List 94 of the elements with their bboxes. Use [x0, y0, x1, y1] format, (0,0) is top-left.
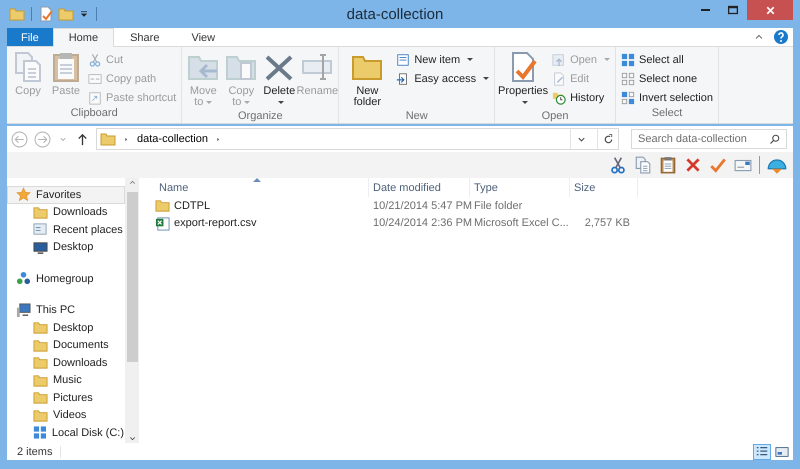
copy-path-icon	[88, 72, 102, 86]
folder-icon	[33, 355, 48, 370]
computer-icon	[16, 302, 31, 318]
close-button[interactable]	[747, 0, 793, 20]
breadcrumb-link[interactable]: data-collection	[137, 133, 208, 145]
group-label: Organize	[237, 110, 284, 123]
group-label: Select	[650, 107, 684, 121]
ribbon-tab[interactable]: Share	[114, 28, 176, 46]
folder-icon	[155, 198, 170, 214]
type-cell-text: File folder	[473, 200, 524, 212]
folder-icon	[33, 408, 48, 423]
ribbon-tab[interactable]: Home	[52, 28, 114, 47]
properties-icon[interactable]	[38, 6, 54, 22]
copy-icon[interactable]	[634, 156, 652, 174]
folder-icon	[33, 338, 48, 353]
column-header[interactable]: Type	[470, 178, 570, 197]
new-item-icon	[396, 52, 410, 66]
ribbon-button[interactable]: New folder	[342, 49, 392, 110]
group-label: New	[404, 110, 429, 123]
ribbon-button[interactable]: Select all	[619, 51, 715, 68]
checkmark-icon[interactable]	[709, 156, 727, 174]
group-label: Open	[540, 110, 570, 123]
size-cell-text: 2,757 KB	[584, 217, 631, 230]
copy-icon	[12, 51, 44, 83]
nav-item[interactable]: Favorites	[7, 186, 125, 204]
nav-item[interactable]: Videos	[7, 406, 125, 424]
scrollbar[interactable]	[125, 178, 139, 443]
folder-icon	[9, 6, 25, 22]
history-icon	[552, 90, 566, 104]
open-icon	[552, 52, 566, 66]
folder-icon	[100, 131, 116, 147]
select-all-icon	[621, 52, 635, 66]
recent-places-icon	[33, 222, 48, 238]
homegroup-icon	[16, 271, 31, 286]
search-field[interactable]: Search data-collection	[631, 129, 787, 149]
minimize-icon	[700, 9, 710, 11]
nav-item[interactable]: This PC	[7, 302, 125, 319]
column-header[interactable]: Name	[155, 178, 369, 197]
folder-icon	[33, 320, 48, 336]
nav-item[interactable]: Pictures	[7, 389, 125, 406]
address-field[interactable]: data-collection	[96, 128, 619, 150]
file-menu-button[interactable]: File	[7, 28, 53, 46]
column-header[interactable]: Date modified	[369, 178, 470, 197]
ribbon-button[interactable]: Select none	[619, 70, 715, 87]
edit-icon	[552, 72, 566, 86]
monitor-icon	[33, 240, 48, 255]
folder-icon	[33, 390, 48, 406]
item-count: 2 items	[17, 446, 62, 458]
spreadsheet-file-icon	[155, 216, 170, 231]
nav-item[interactable]: Desktop	[7, 319, 125, 336]
ribbon-button[interactable]: Delete	[261, 49, 298, 110]
view-button[interactable]	[753, 444, 771, 460]
clipboard-icon[interactable]	[659, 156, 677, 174]
scissors-icon[interactable]	[609, 156, 627, 174]
nav-item[interactable]: Recent places	[7, 221, 125, 238]
type-cell-text: Microsoft Excel C...	[473, 217, 570, 230]
nav-item[interactable]: Desktop	[7, 238, 125, 256]
nav-item[interactable]: Local Disk (C:)	[7, 424, 125, 442]
view-button[interactable]	[773, 444, 791, 460]
folder-icon	[33, 204, 48, 220]
ribbon-button[interactable]: Invert selection	[619, 89, 715, 106]
ribbon-button[interactable]: Easy access	[394, 70, 492, 87]
nav-item[interactable]: Documents	[7, 336, 125, 354]
date-cell-text: 10/21/2014 5:47 PM	[372, 200, 470, 212]
ribbon-button[interactable]: Properties	[498, 49, 548, 110]
ribbon-tab[interactable]: View	[175, 28, 232, 46]
group-label: Clipboard	[70, 107, 119, 121]
help-icon[interactable]	[773, 29, 789, 45]
nav-item[interactable]: Music	[7, 372, 125, 389]
rename-icon	[301, 51, 334, 83]
window-title: data-collection	[346, 6, 444, 22]
star-icon	[16, 187, 31, 202]
close-icon	[764, 4, 776, 16]
shortcut-icon	[88, 90, 102, 104]
ribbon-button[interactable]: New item	[394, 51, 492, 68]
column-header[interactable]: Size	[570, 178, 638, 197]
search-icon[interactable]	[769, 133, 781, 145]
large-icons-view-icon	[775, 445, 789, 459]
file-name-cell[interactable]: export-report.csv	[155, 216, 369, 231]
nav-item[interactable]: Homegroup	[7, 270, 125, 288]
ribbon-button[interactable]: History	[550, 89, 612, 106]
folder-icon	[33, 372, 48, 388]
invert-selection-icon	[621, 90, 635, 104]
select-none-icon	[621, 72, 635, 86]
nav-item[interactable]: Downloads	[7, 204, 125, 221]
nav-item[interactable]: Downloads	[7, 354, 125, 372]
file-name-cell[interactable]: CDTPL	[155, 198, 369, 214]
scissors-icon	[88, 52, 102, 66]
date-cell-text: 10/24/2014 2:36 PM	[372, 217, 470, 230]
clipboard-icon	[50, 51, 82, 83]
drive-icon	[33, 425, 47, 440]
refresh-icon[interactable]	[602, 132, 614, 146]
maximize-icon	[726, 3, 740, 17]
cross-icon[interactable]	[684, 156, 702, 174]
